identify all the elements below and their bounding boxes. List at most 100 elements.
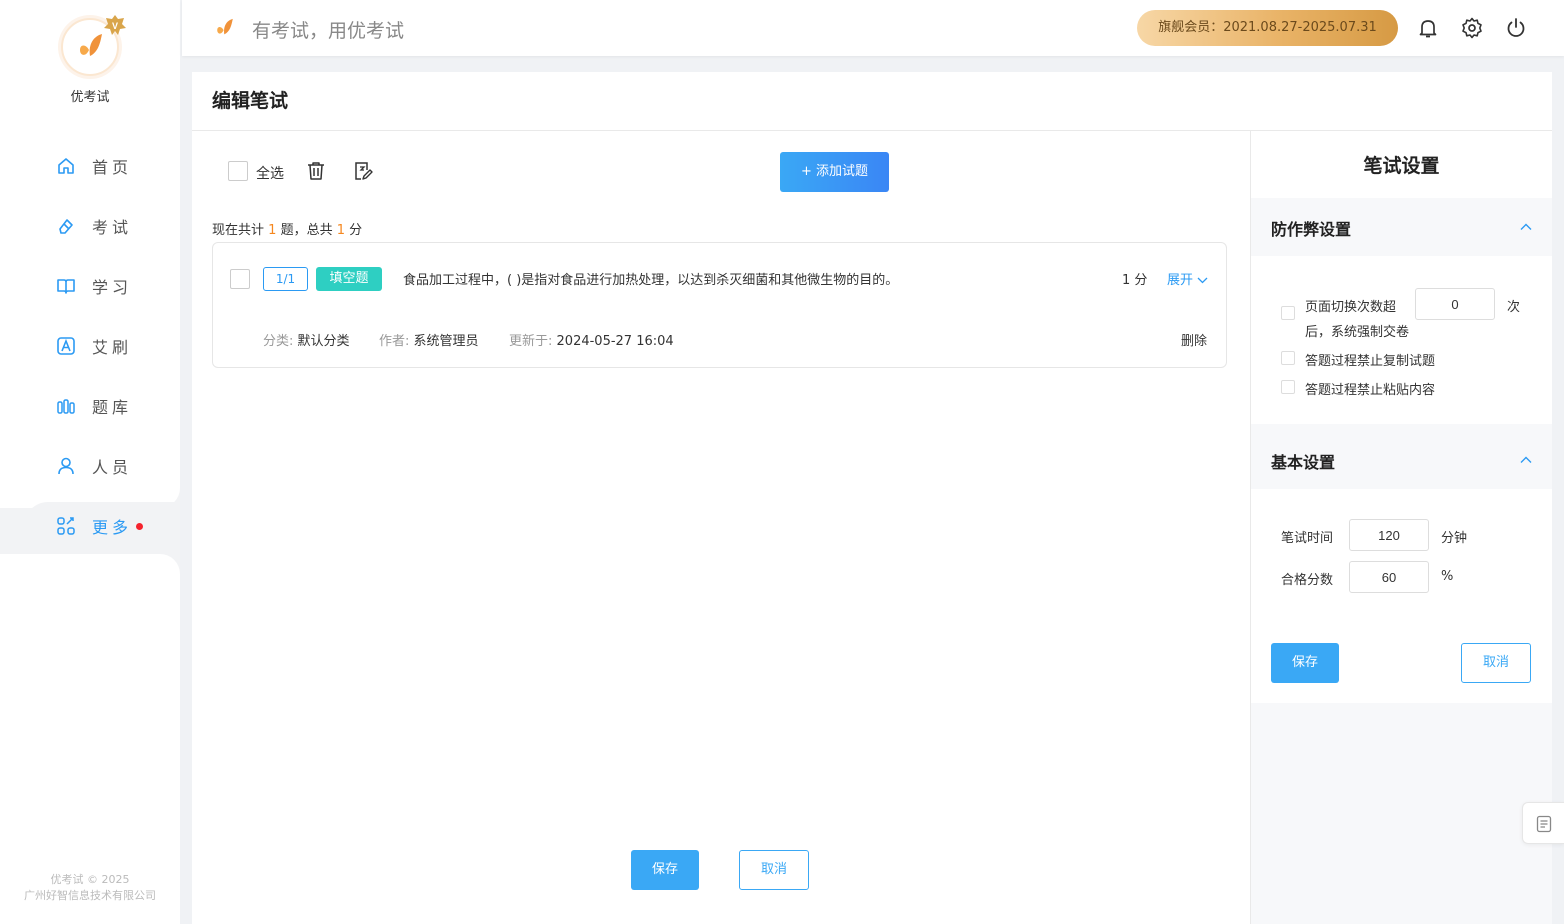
sidebar-item-home[interactable]: 首页 [24,142,180,190]
app-name: 优考试 [70,90,110,105]
sidebar: V 优考试 首页 考试 学习 艾刷 题库 人员 更多 优考试 © 2025 广州… [0,0,180,924]
save-button[interactable]: 保存 [631,850,699,890]
no-paste-checkbox[interactable] [1281,380,1295,394]
home-icon [58,158,74,174]
basic-section-body: 笔试时间 分钟 合格分数 % 保存 取消 [1251,489,1552,703]
sidebar-item-exam[interactable]: 考试 [24,202,180,250]
exam-time-input[interactable] [1349,519,1429,551]
batch-edit-icon[interactable] [352,160,374,182]
select-all-label[interactable]: 全选 [256,163,284,183]
meta-value: 系统管理员 [413,334,479,349]
sidebar-item-label: 考试 [92,218,133,237]
letter-a-icon [57,337,75,355]
sidebar-item-question-bank[interactable]: 题库 [24,382,180,430]
question-type-tag: 填空题 [316,267,382,291]
svg-text:V: V [112,21,118,31]
add-question-button[interactable]: + 添加试题 [780,152,889,192]
eraser-icon [59,219,73,234]
summary-count: 1 [268,223,277,238]
summary-prefix: 现在共计 [212,223,265,238]
sidebar-item-label: 题库 [92,398,133,417]
anticheat-section-body: 页面切换次数超 次 后，系统强制交卷 答题过程禁止复制试题 答题过程禁止粘贴内容 [1251,256,1552,424]
no-copy-label: 答题过程禁止复制试题 [1305,354,1436,369]
delete-question-link[interactable]: 删除 [1181,330,1207,349]
question-category: 分类: 默认分类 [263,330,350,349]
expand-toggle[interactable]: 展开 [1167,269,1208,288]
meta-value: 默认分类 [297,334,350,349]
pass-score-label: 合格分数 [1281,573,1334,588]
pass-score-input[interactable] [1349,561,1429,593]
chevron-down-icon [1197,277,1208,284]
page-switch-label-cont: 后，系统强制交卷 [1305,325,1410,340]
sidebar-item-label: 人员 [92,458,133,477]
summary-score: 1 [336,223,346,238]
floating-notes-button[interactable] [1522,802,1564,844]
header-slogan: 有考试，用优考试 [252,20,405,42]
company-name: 广州好智信息技术有限公司 [24,889,156,902]
copyright: 优考试 © 2025 广州好智信息技术有限公司 [0,872,180,904]
sidebar-item-study[interactable]: 学习 [24,262,180,310]
copyright-line: 优考试 © 2025 [50,873,130,886]
exam-time-unit: 分钟 [1441,531,1468,546]
select-all-checkbox[interactable] [228,161,248,181]
settings-title: 笔试设置 [1251,131,1552,198]
sidebar-item-aishua[interactable]: 艾刷 [24,322,180,370]
meta-value: 2024-05-27 16:04 [556,334,674,349]
cancel-button[interactable]: 取消 [739,850,809,890]
question-checkbox[interactable] [230,269,250,289]
settings-save-button[interactable]: 保存 [1271,643,1339,683]
question-score: 1 分 [1122,273,1148,288]
summary-mid: 题，总共 [280,223,333,238]
question-text[interactable]: 食品加工过程中，( )是指对食品进行加热处理，以达到杀灭细菌和其他微生物的目的。 [403,269,898,288]
note-icon [1536,815,1552,833]
no-copy-checkbox[interactable] [1281,351,1295,365]
chevron-up-icon[interactable] [1519,220,1533,234]
sidebar-item-label: 首页 [92,158,133,177]
sidebar-item-label: 更多 [92,518,133,537]
question-index-badge: 1/1 [263,267,308,291]
app-logo[interactable]: V [61,15,126,76]
apps-icon [57,517,75,535]
settings-cancel-button[interactable]: 取消 [1461,643,1531,683]
exam-time-label: 笔试时间 [1281,531,1334,546]
page-switch-count-input[interactable] [1415,288,1495,320]
chevron-up-icon[interactable] [1519,453,1533,467]
power-icon[interactable] [1504,16,1528,40]
page-switch-unit: 次 [1507,300,1521,315]
question-card: 1/1 填空题 食品加工过程中，( )是指对食品进行加热处理，以达到杀灭细菌和其… [212,242,1227,368]
edit-exam-panel: 编辑笔试 全选 + 添加试题 现在共计 1 题，总共 1 分 1/1 填空题 食… [192,72,1552,924]
sidebar-item-label: 艾刷 [92,338,133,357]
bell-icon[interactable] [1416,16,1440,40]
notification-dot [136,522,144,530]
no-paste-label: 答题过程禁止粘贴内容 [1305,383,1436,398]
header-logo-icon [217,18,233,35]
anticheat-section-header[interactable]: 防作弊设置 [1251,198,1552,256]
section-title: 基本设置 [1271,453,1336,472]
basic-section-header[interactable]: 基本设置 [1251,431,1552,489]
page-title: 编辑笔试 [212,90,289,112]
pass-score-unit: % [1441,569,1454,584]
library-icon [57,399,75,414]
top-header: 有考试，用优考试 旗舰会员：2021.08.27-2025.07.31 [182,0,1564,56]
meta-key: 分类: [263,334,294,349]
sidebar-item-label: 学习 [92,278,133,297]
sidebar-item-more[interactable]: 更多 [24,502,180,550]
question-summary: 现在共计 1 题，总共 1 分 [212,219,362,238]
question-updated: 更新于: 2024-05-27 16:04 [509,330,674,349]
page-switch-checkbox[interactable] [1281,306,1295,320]
page-switch-label: 页面切换次数超 [1305,300,1397,315]
gear-icon[interactable] [1460,16,1484,40]
book-icon [57,279,75,294]
summary-suffix: 分 [349,223,363,238]
logo-leaf-icon [80,34,102,56]
question-author: 作者: 系统管理员 [379,330,479,349]
exam-settings-panel: 笔试设置 防作弊设置 页面切换次数超 次 后，系统强制交卷 答题过程禁止复制试题… [1250,131,1552,924]
expand-label: 展开 [1167,273,1194,288]
vip-crown-icon: V [104,15,126,35]
sidebar-footer-panel [0,554,180,924]
trash-icon[interactable] [305,160,327,182]
membership-badge[interactable]: 旗舰会员：2021.08.27-2025.07.31 [1137,10,1398,46]
meta-key: 作者: [379,334,410,349]
sidebar-item-people[interactable]: 人员 [24,442,180,490]
section-title: 防作弊设置 [1271,220,1352,239]
